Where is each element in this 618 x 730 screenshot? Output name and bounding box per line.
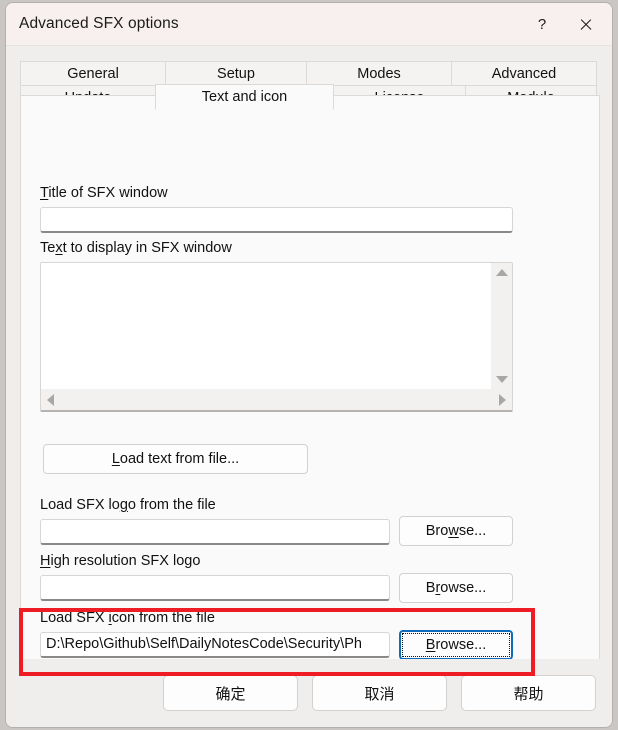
focus-rectangle [402, 633, 510, 657]
browse-hires-logo-button[interactable]: Browse... [399, 573, 513, 603]
tab-label: Advanced [491, 65, 557, 82]
tab-setup[interactable]: Setup [165, 61, 307, 86]
vertical-scrollbar[interactable] [491, 263, 512, 389]
window-title: Advanced SFX options [19, 15, 179, 32]
scroll-right-arrow-icon[interactable] [499, 393, 506, 406]
tab-label: Modes [357, 65, 401, 82]
tab-general[interactable]: General [20, 61, 166, 86]
close-icon [579, 18, 593, 32]
accelerator-char: H [40, 553, 51, 569]
label-text: t to display in SFX window [62, 240, 232, 256]
high-resolution-sfx-logo-label: High resolution SFX logo [40, 553, 200, 569]
load-text-from-file-button[interactable]: Load text from file... [43, 444, 308, 474]
title-bar: Advanced SFX options ? [6, 3, 612, 46]
dialog-footer: 确定 取消 帮助 [6, 659, 612, 727]
button-label: owse... [440, 580, 487, 596]
button-label: oad text from file... [119, 451, 240, 467]
label-text: con from the file [111, 610, 215, 626]
sfx-text-textarea-container [40, 262, 513, 412]
tab-modes[interactable]: Modes [306, 61, 452, 86]
load-sfx-logo-input[interactable] [40, 519, 390, 545]
button-label: se... [458, 523, 487, 539]
title-of-sfx-window-label: Title of SFX window [40, 185, 168, 201]
question-mark-icon: ? [537, 16, 547, 33]
close-button[interactable] [564, 3, 608, 46]
label-text: itle of SFX window [48, 185, 168, 201]
button-label: B [425, 580, 436, 596]
tab-content-panel: Title of SFX window Text to display in S… [20, 95, 600, 702]
accelerator-char: L [111, 451, 120, 467]
label-text: igh resolution SFX logo [50, 553, 201, 569]
high-resolution-sfx-logo-input[interactable] [40, 575, 390, 601]
tab-label: General [67, 65, 119, 82]
scroll-up-arrow-icon[interactable] [496, 269, 508, 276]
label-text: Load SFX lo [40, 497, 120, 513]
accelerator-char: x [55, 240, 63, 256]
label-text: o from the file [127, 497, 216, 513]
tab-advanced[interactable]: Advanced [451, 61, 597, 86]
ok-button[interactable]: 确定 [163, 675, 298, 711]
input-value: D:\Repo\Github\Self\DailyNotesCode\Secur… [46, 636, 362, 652]
label-text: Load SFX [40, 610, 109, 626]
tab-label: Setup [217, 65, 255, 82]
load-sfx-logo-label: Load SFX logo from the file [40, 497, 216, 513]
help-button-footer[interactable]: 帮助 [461, 675, 596, 711]
accelerator-char: w [448, 523, 459, 539]
browse-logo-button[interactable]: Browse... [399, 516, 513, 546]
tab-row-1: General Setup Modes Advanced [20, 61, 600, 86]
browse-icon-button[interactable]: Browse... [399, 630, 513, 660]
dialog-body: General Setup Modes Advanced Update Text… [6, 46, 612, 727]
tab-label: Text and icon [201, 89, 288, 105]
horizontal-scrollbar[interactable] [41, 389, 512, 410]
text-to-display-label: Text to display in SFX window [40, 240, 232, 256]
scroll-down-arrow-icon[interactable] [496, 376, 508, 383]
accelerator-char: g [119, 497, 128, 513]
label-text: Te [40, 240, 56, 256]
advanced-sfx-options-dialog: Advanced SFX options ? General Setup Mod… [5, 2, 613, 728]
tab-text-and-icon[interactable]: Text and icon [155, 84, 334, 110]
load-sfx-icon-label: Load SFX icon from the file [40, 610, 215, 626]
help-button[interactable]: ? [520, 3, 564, 46]
load-sfx-icon-input[interactable]: D:\Repo\Github\Self\DailyNotesCode\Secur… [40, 632, 390, 658]
cancel-button[interactable]: 取消 [312, 675, 447, 711]
sfx-text-textarea[interactable] [41, 263, 491, 389]
title-bar-buttons: ? [520, 3, 608, 46]
title-of-sfx-window-input[interactable] [40, 207, 513, 233]
textarea-row [41, 263, 512, 389]
scroll-left-arrow-icon[interactable] [47, 393, 54, 406]
button-label: Bro [425, 523, 449, 539]
